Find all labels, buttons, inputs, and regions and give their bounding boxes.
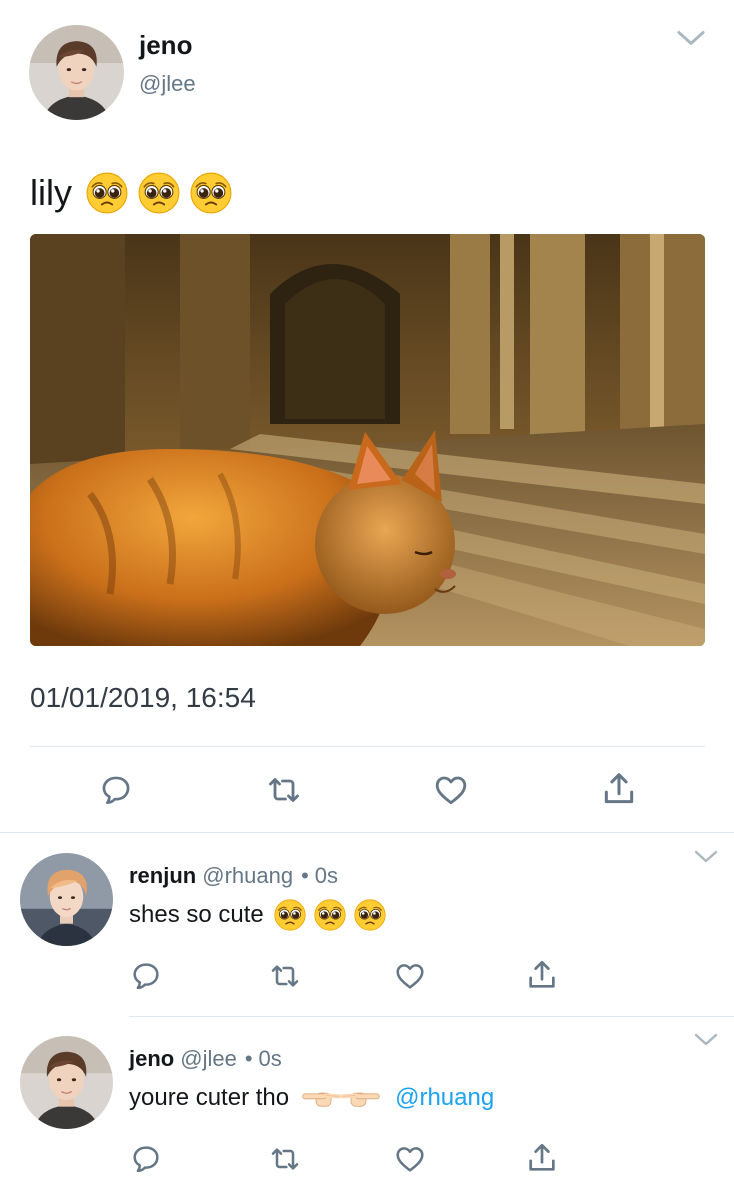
pleading-face-emoji-icon (138, 172, 180, 214)
tweet-text-content: lily (30, 172, 72, 213)
retweet-icon (269, 1143, 301, 1175)
tweet-timestamp[interactable]: 01/01/2019, 16:54 (30, 681, 256, 715)
reply-button[interactable] (128, 1141, 164, 1177)
share-icon (525, 1141, 559, 1175)
pleading-face-emoji-icon (314, 899, 346, 931)
reply-time[interactable]: 0s (315, 862, 338, 890)
retweet-button[interactable] (262, 772, 306, 808)
avatar-image (29, 25, 124, 120)
tweet-menu-button[interactable] (676, 30, 706, 48)
divider (129, 1016, 734, 1017)
reply-text: shes so cute (129, 899, 386, 931)
author-avatar[interactable] (29, 25, 124, 120)
retweet-button[interactable] (267, 1141, 303, 1177)
author-name[interactable]: jeno (139, 30, 192, 60)
reply-header: renjun @rhuang • 0s (129, 862, 338, 890)
chevron-down-icon (676, 30, 706, 47)
reply-icon (130, 1143, 162, 1175)
heart-icon (433, 772, 469, 808)
reply-icon (99, 773, 133, 807)
reply-text: youre cuter tho @rhuang (129, 1082, 494, 1114)
heart-icon (394, 960, 426, 992)
reply-text-content: youre cuter tho (129, 1084, 290, 1111)
cat-photo (30, 234, 705, 646)
share-button[interactable] (597, 770, 641, 808)
retweet-icon (266, 772, 302, 808)
tweet-emoji-group (86, 172, 232, 214)
avatar-image (20, 1036, 113, 1129)
reply-separator: • (244, 1046, 253, 1071)
reply-menu-button[interactable] (694, 850, 718, 864)
share-icon (600, 770, 638, 808)
like-button[interactable] (392, 958, 428, 994)
share-button[interactable] (524, 1140, 560, 1176)
reply-author-name[interactable]: renjun (129, 862, 196, 890)
chevron-down-icon (694, 850, 718, 864)
pleading-face-emoji-icon (354, 899, 386, 931)
share-button[interactable] (524, 957, 560, 993)
author-handle[interactable]: @jlee (139, 70, 196, 98)
share-icon (525, 958, 559, 992)
tweet-text: lily (30, 168, 232, 218)
heart-icon (394, 1143, 426, 1175)
reply-author-handle[interactable]: @jlee (180, 1045, 237, 1073)
reply-emoji-group (301, 1085, 381, 1111)
retweet-icon (269, 960, 301, 992)
divider (0, 832, 734, 833)
reply-header: jeno @jlee • 0s (129, 1045, 282, 1073)
pleading-face-emoji-icon (190, 172, 232, 214)
divider (30, 746, 705, 747)
reply-text-content: shes so cute (129, 901, 264, 928)
retweet-button[interactable] (267, 958, 303, 994)
reply-icon (130, 960, 162, 992)
reply-avatar[interactable] (20, 1036, 113, 1129)
chevron-down-icon (694, 1033, 718, 1047)
tweet-media-image[interactable] (30, 234, 705, 646)
reply-button[interactable] (94, 772, 138, 808)
reply-author-handle[interactable]: @rhuang (202, 862, 293, 890)
reply-menu-button[interactable] (694, 1033, 718, 1047)
pleading-face-emoji-icon (86, 172, 128, 214)
reply-avatar[interactable] (20, 853, 113, 946)
reply-author-name[interactable]: jeno (129, 1045, 174, 1073)
reply-mention-link[interactable]: @rhuang (395, 1082, 494, 1114)
pleading-face-emoji-icon (274, 899, 306, 931)
pointing-right-emoji-icon (301, 1085, 341, 1111)
avatar-image (20, 853, 113, 946)
reply-separator: • (301, 863, 309, 888)
reply-button[interactable] (128, 958, 164, 994)
like-button[interactable] (392, 1141, 428, 1177)
pointing-left-emoji-icon (341, 1085, 381, 1111)
reply-time[interactable]: 0s (259, 1045, 282, 1073)
like-button[interactable] (429, 772, 473, 808)
reply-emoji-group (274, 899, 386, 931)
